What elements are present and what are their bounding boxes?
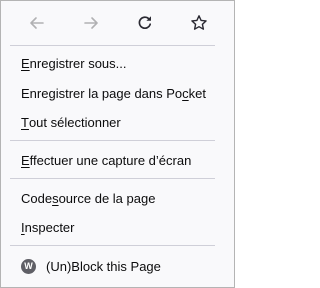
back-button[interactable] xyxy=(23,9,51,37)
access-key: E xyxy=(21,55,30,71)
menu-item-label: nspecter xyxy=(24,219,75,235)
navigation-row xyxy=(1,1,234,45)
arrow-left-icon xyxy=(30,17,44,29)
menu-separator xyxy=(10,178,215,179)
forward-button[interactable] xyxy=(77,9,105,37)
menu-item-save-as[interactable]: Enregistrer sous... xyxy=(1,49,234,77)
menu-item-label: out sélectionner xyxy=(28,114,121,130)
menu-separator xyxy=(10,45,215,46)
menu-separator xyxy=(10,245,215,246)
star-icon xyxy=(191,15,207,30)
reload-icon xyxy=(138,16,152,30)
arrow-right-icon xyxy=(84,17,98,29)
menu-item-label: ffectuer une capture d’écran xyxy=(29,152,192,168)
menu-item-label: ource de la page xyxy=(58,190,156,206)
menu-item-label: (Un)Block this Page xyxy=(46,258,161,274)
menu-item-select-all[interactable]: Tout sélectionner xyxy=(1,108,234,136)
access-key: T xyxy=(21,114,29,130)
menu-item-save-to-pocket[interactable]: Enregistrer la page dans Po c ket xyxy=(1,79,234,107)
menu-item-view-source[interactable]: Code s ource de la page xyxy=(1,184,234,212)
menu-item-inspect[interactable]: Inspecter xyxy=(1,213,234,241)
menu-item-label: nregistrer sous... xyxy=(29,55,127,71)
menu-item-label: Enregistrer la page dans Po xyxy=(21,85,183,101)
menu-item-take-screenshot[interactable]: Effectuer une capture d’écran xyxy=(1,146,234,174)
context-menu: Enregistrer sous... Enregistrer la page … xyxy=(0,0,235,288)
bookmark-button[interactable] xyxy=(185,9,213,37)
menu-item-unblock-page[interactable]: W (Un)Block this Page xyxy=(1,252,234,280)
extension-icon: W xyxy=(21,258,36,274)
reload-button[interactable] xyxy=(131,9,159,37)
menu-item-label: Code xyxy=(21,190,53,206)
menu-separator xyxy=(10,140,215,141)
access-key: E xyxy=(21,152,30,168)
menu-item-label: ket xyxy=(188,85,206,101)
